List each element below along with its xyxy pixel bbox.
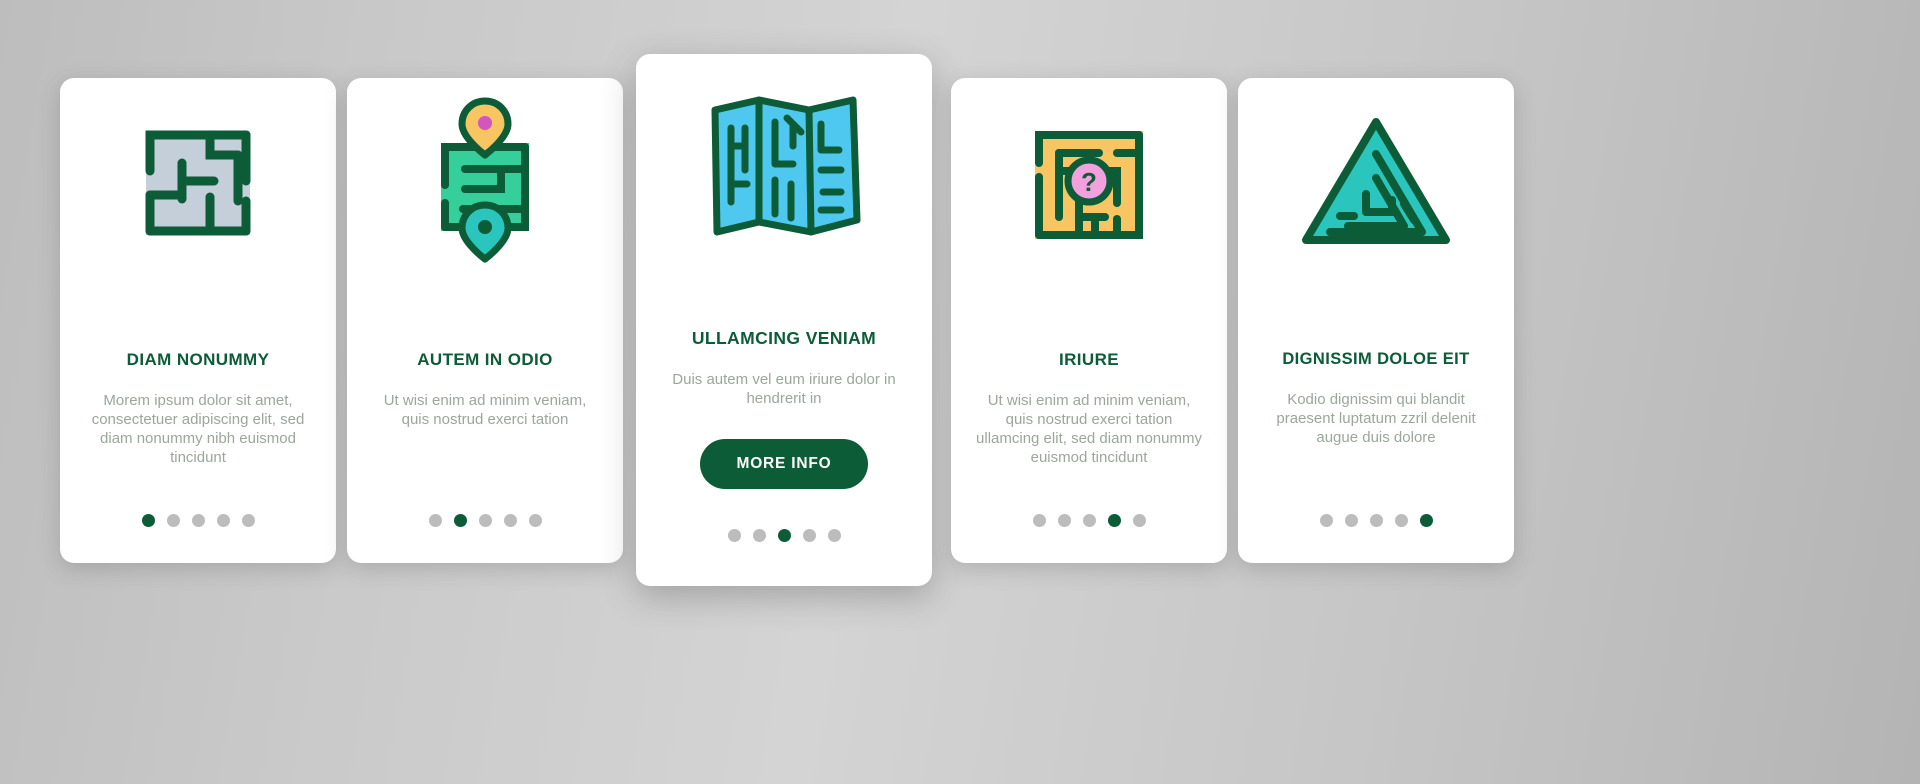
onboarding-card-iriure[interactable]: ? IRIURE Ut wisi enim ad minim veniam, q…: [951, 78, 1227, 563]
card-body-text: Duis autem vel eum iriure dolor in hendr…: [672, 371, 896, 407]
card-title: ULLAMCING VENIAM: [691, 328, 877, 348]
card-title: DIGNISSIM DOLOE EIT: [1282, 350, 1470, 368]
pagination-dot-3[interactable]: [478, 514, 492, 527]
pagination-dot-4[interactable]: [216, 514, 230, 527]
pagination-dot-3[interactable]: [1369, 514, 1383, 527]
pagination-dots[interactable]: [636, 529, 932, 542]
maze-square-gray-icon: [60, 78, 336, 288]
card-body-text: Ut wisi enim ad minim veniam, quis nostr…: [976, 392, 1202, 466]
card-title: DIAM NONUMMY: [126, 350, 270, 369]
pagination-dot-2[interactable]: [1057, 514, 1071, 527]
more-info-button[interactable]: MORE INFO: [700, 438, 868, 489]
maze-with-map-pins-icon: [347, 78, 623, 288]
pagination-dot-5[interactable]: [1132, 514, 1146, 527]
folded-maze-map-icon: [636, 54, 932, 284]
card-title: AUTEM IN ODIO: [417, 350, 553, 369]
pagination-dot-1[interactable]: [1032, 514, 1046, 527]
card-body-text: Ut wisi enim ad minim veniam, quis nostr…: [383, 392, 587, 428]
pagination-dots[interactable]: [347, 514, 623, 527]
onboarding-screens-stage: DIAM NONUMMY Morem ipsum dolor sit amet,…: [0, 0, 1920, 784]
pagination-dot-2[interactable]: [752, 529, 766, 542]
pagination-dot-1[interactable]: [428, 514, 442, 527]
pagination-dot-5[interactable]: [827, 529, 841, 542]
onboarding-card-autem-in-odio[interactable]: AUTEM IN ODIO Ut wisi enim ad minim veni…: [347, 78, 623, 563]
pagination-dot-5[interactable]: [241, 514, 255, 527]
pagination-dots[interactable]: [951, 514, 1227, 527]
pagination-dot-2[interactable]: [1344, 514, 1358, 527]
card-title: IRIURE: [1058, 350, 1120, 369]
pagination-dot-1[interactable]: [1319, 514, 1333, 527]
card-body-text: Kodio dignissim qui blandit praesent lup…: [1276, 391, 1476, 446]
onboarding-card-diam-nonummy[interactable]: DIAM NONUMMY Morem ipsum dolor sit amet,…: [60, 78, 336, 563]
svg-text:?: ?: [1081, 167, 1097, 197]
pagination-dot-3[interactable]: [191, 514, 205, 527]
pagination-dots[interactable]: [60, 514, 336, 527]
pagination-dot-4[interactable]: [802, 529, 816, 542]
triangle-maze-icon: [1238, 78, 1514, 288]
pagination-dot-2[interactable]: [166, 514, 180, 527]
onboarding-card-ullamcing-veniam[interactable]: ULLAMCING VENIAM Duis autem vel eum iriu…: [636, 54, 932, 586]
pagination-dot-4[interactable]: [503, 514, 517, 527]
pagination-dot-2[interactable]: [453, 514, 467, 527]
pagination-dot-1[interactable]: [727, 529, 741, 542]
pagination-dot-5[interactable]: [528, 514, 542, 527]
pagination-dots[interactable]: [1238, 514, 1514, 527]
pagination-dot-4[interactable]: [1394, 514, 1408, 527]
pagination-dot-5[interactable]: [1419, 514, 1433, 527]
card-body-text: Morem ipsum dolor sit amet, consectetuer…: [91, 392, 305, 466]
onboarding-card-dignissim-doloe-eit[interactable]: DIGNISSIM DOLOE EIT Kodio dignissim qui …: [1238, 78, 1514, 563]
pagination-dot-1[interactable]: [141, 514, 155, 527]
map-pin-bottom: [458, 201, 512, 263]
pagination-dot-3[interactable]: [1082, 514, 1096, 527]
pagination-dot-3[interactable]: [777, 529, 791, 542]
pagination-dot-4[interactable]: [1107, 514, 1121, 527]
maze-question-mark-icon: ?: [951, 78, 1227, 288]
